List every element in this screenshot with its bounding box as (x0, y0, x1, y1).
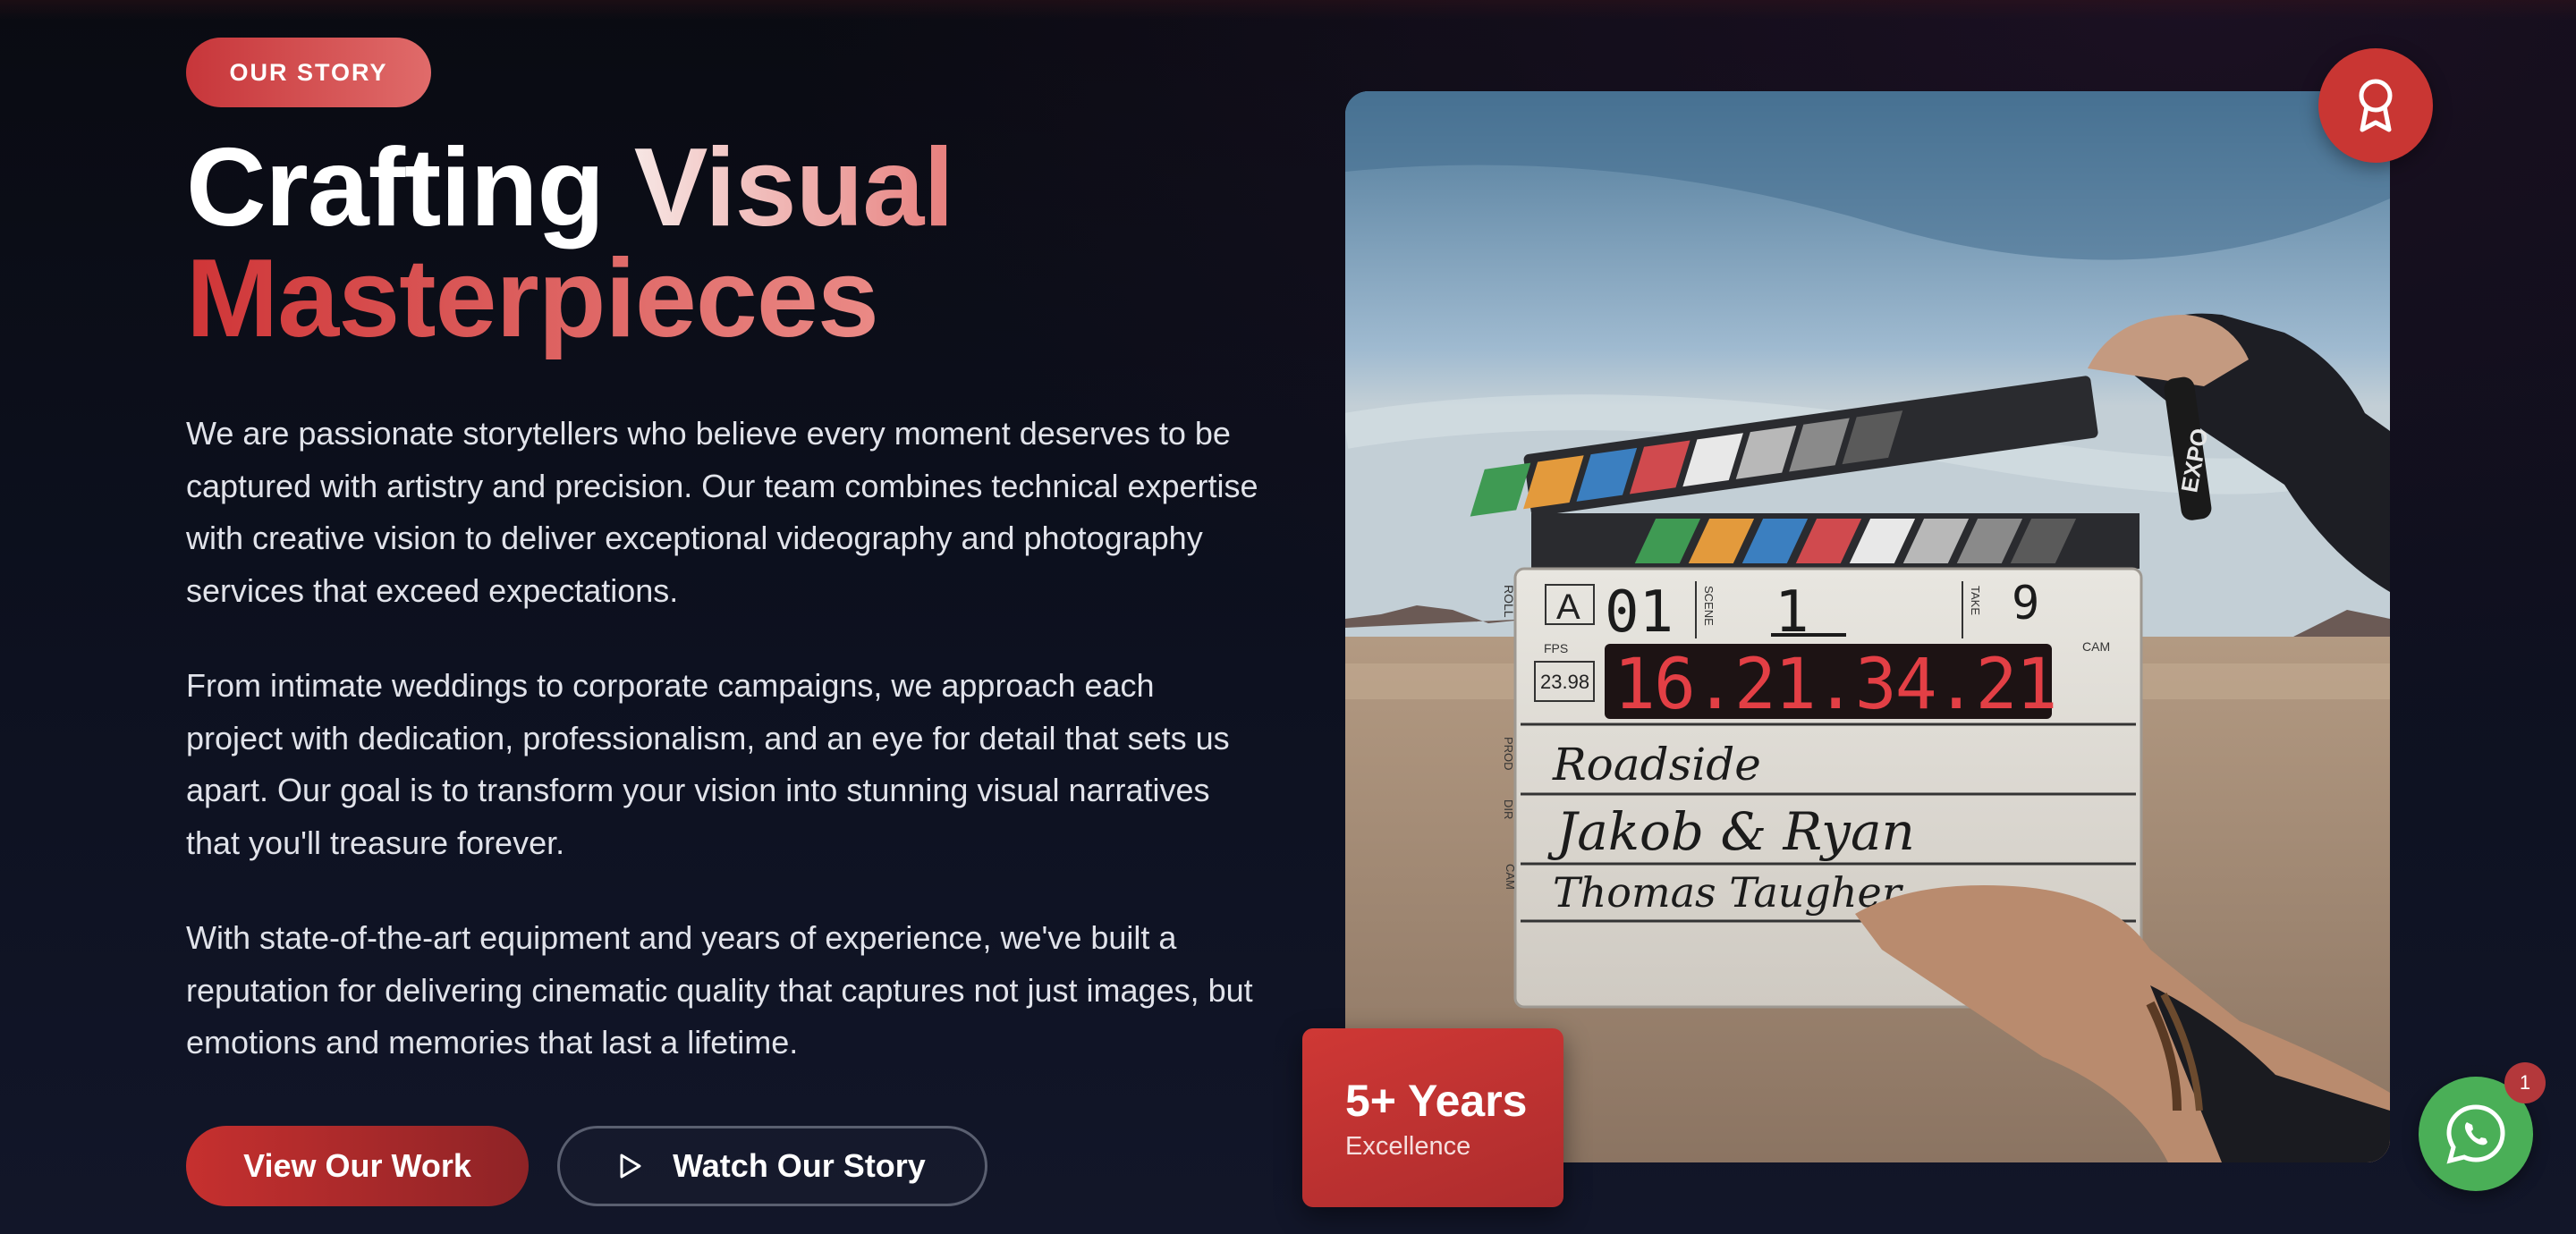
story-paragraph-1: We are passionate storytellers who belie… (186, 415, 1258, 609)
play-icon (620, 1154, 641, 1179)
field-dir: DIR (1502, 799, 1515, 819)
field-prod: PROD (1502, 737, 1515, 771)
field-cam: CAM (1504, 864, 1517, 890)
whatsapp-icon (2446, 1104, 2505, 1164)
field-scene: SCENE (1702, 586, 1716, 626)
view-our-work-button[interactable]: View Our Work (186, 1126, 529, 1206)
fps-value: 23.98 (1540, 671, 1589, 693)
field-take: TAKE (1969, 586, 1982, 615)
dir-value: Jakob & Ryan (1547, 801, 1915, 862)
experience-card: 5+ Years Excellence (1302, 1028, 1563, 1207)
story-paragraph-2: From intimate weddings to corporate camp… (186, 667, 1230, 861)
award-badge (2318, 48, 2433, 163)
field-fps: FPS (1544, 641, 1568, 655)
cam-value: Thomas Taugher (1553, 868, 1904, 917)
experience-label: Excellence (1345, 1132, 1471, 1161)
roll-letter: A (1556, 587, 1580, 627)
notification-badge: 1 (2504, 1062, 2546, 1103)
timecode-display: 16.21.34.21 (1614, 645, 2056, 725)
field-roll: ROLL (1502, 585, 1516, 618)
clapperboard-photo: EXPO ROLL A 01 SCENE 1 TAKE 9 FPS 23.98 … (1345, 91, 2390, 1162)
title-word-visual: Visual (633, 126, 954, 249)
title-word-crafting: Crafting (186, 126, 605, 249)
roll-number: 01 (1605, 579, 1674, 646)
watch-our-story-button[interactable]: Watch Our Story (557, 1126, 987, 1206)
page-title: Crafting Visual Masterpieces (186, 132, 954, 354)
story-paragraph-3: With state-of-the-art equipment and year… (186, 919, 1253, 1061)
prod-value: Roadside (1552, 739, 1761, 790)
top-fade (0, 0, 2576, 20)
our-story-badge: OUR STORY (186, 38, 431, 107)
title-word-masterpieces: Masterpieces (186, 237, 879, 360)
experience-years: 5+ Years (1345, 1076, 1528, 1126)
take-number: 9 (2012, 577, 2039, 630)
award-ribbon-icon (2359, 79, 2393, 132)
field-cam-top: CAM (2082, 639, 2110, 654)
watch-our-story-label: Watch Our Story (673, 1147, 926, 1184)
